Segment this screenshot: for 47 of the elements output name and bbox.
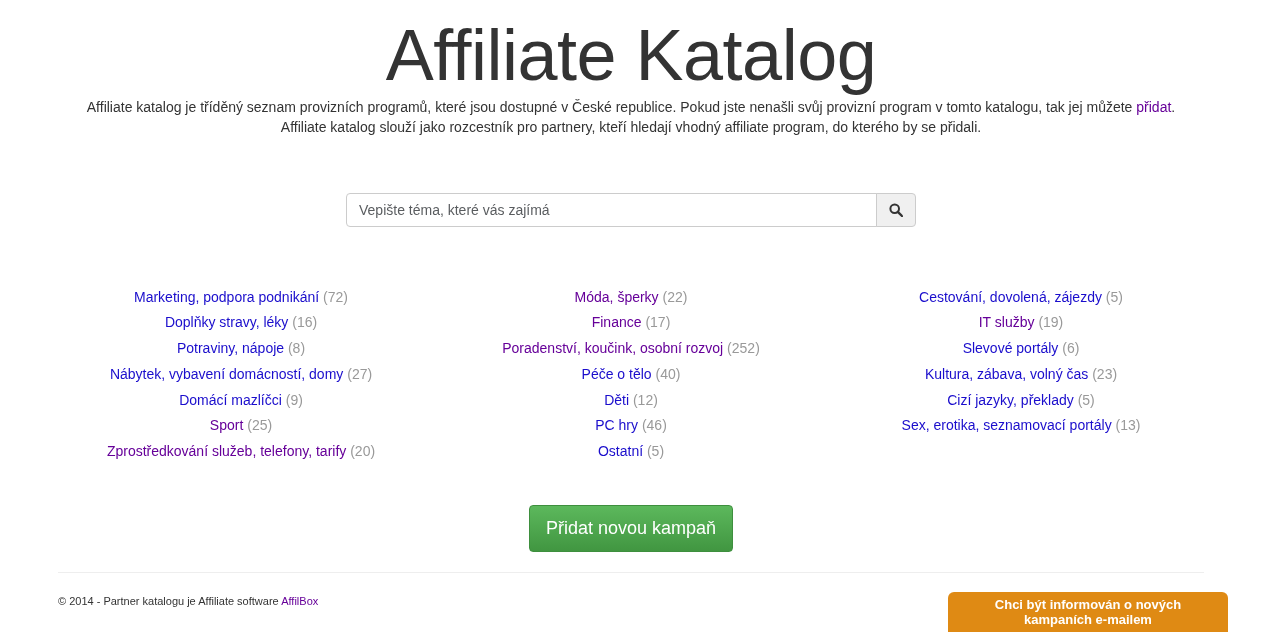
category-link[interactable]: Cizí jazyky, překlady	[947, 391, 1074, 408]
category-count: (46)	[641, 417, 667, 434]
category-link[interactable]: Finance	[591, 314, 642, 331]
category-count: (12)	[632, 391, 658, 408]
category-count: (9)	[285, 391, 303, 408]
category-count: (19)	[1038, 314, 1064, 331]
search-icon	[889, 202, 903, 217]
category-count: (20)	[350, 442, 376, 459]
category-link[interactable]: Sport	[209, 417, 244, 434]
category-link[interactable]: Domácí mazlíčci	[179, 391, 282, 408]
category-link[interactable]: Poradenství, koučink, osobní rozvoj	[502, 340, 724, 357]
category-link[interactable]: Sex, erotika, seznamovací portály	[901, 417, 1112, 434]
category-link[interactable]: PC hry	[595, 417, 638, 434]
category-count: (252)	[727, 340, 760, 357]
footer-link[interactable]: AffilBox	[281, 594, 319, 607]
category-count: (8)	[287, 340, 306, 357]
intro-text: Affiliate katalog slouží jako rozcestník pro partnery, kteří hledají vhodný affiliate program, do kterého by se přidali.	[279, 117, 983, 137]
search-field[interactable]: Vepište téma, které vás zajímá	[346, 192, 877, 227]
category-link[interactable]: Potraviny, nápoje	[176, 340, 285, 357]
category-count: (6)	[1062, 340, 1080, 357]
category-link[interactable]: Cestování, dovolená, zájezdy	[919, 288, 1102, 305]
category-link[interactable]: Zprostředkování služeb, telefony, tarify	[106, 442, 347, 459]
category-count: (27)	[347, 365, 373, 382]
category-count: (16)	[292, 314, 318, 331]
category-count: (5)	[646, 442, 665, 459]
intro-text: Affiliate katalog je tříděný seznam provizních programů, které jsou dostupné v České republice. Pokud jste nenašli svůj provizní program v tomto katalogu, tak jej můžete přidat.	[85, 97, 1177, 117]
category-count: (22)	[662, 288, 688, 305]
category-count: (17)	[645, 314, 671, 331]
category-count: (13)	[1115, 417, 1141, 434]
category-link[interactable]: Doplňky stravy, léky	[164, 314, 289, 331]
category-count: (5)	[1105, 288, 1123, 305]
category-count: (5)	[1077, 391, 1095, 408]
category-link[interactable]: Kultura, zábava, volný čas	[924, 365, 1089, 382]
category-count: (40)	[655, 365, 681, 382]
category-link[interactable]: Nábytek, vybavení domácností, domy	[109, 365, 344, 382]
category-link[interactable]: Děti	[604, 391, 630, 408]
category-link[interactable]: Péče o tělo	[581, 365, 652, 382]
category-link[interactable]: Slevové portály	[962, 340, 1059, 357]
category-count: (25)	[247, 417, 273, 434]
category-count: (23)	[1092, 365, 1118, 382]
category-count: (72)	[323, 288, 348, 305]
category-link[interactable]: Marketing, podpora podnikání	[134, 288, 320, 305]
category-link[interactable]: IT služby	[978, 314, 1035, 331]
category-link[interactable]: Móda, šperky	[574, 288, 659, 305]
page-title: Affiliate Katalog	[384, 14, 878, 97]
search-button[interactable]	[876, 192, 916, 227]
category-link[interactable]: Ostatní	[597, 442, 644, 459]
